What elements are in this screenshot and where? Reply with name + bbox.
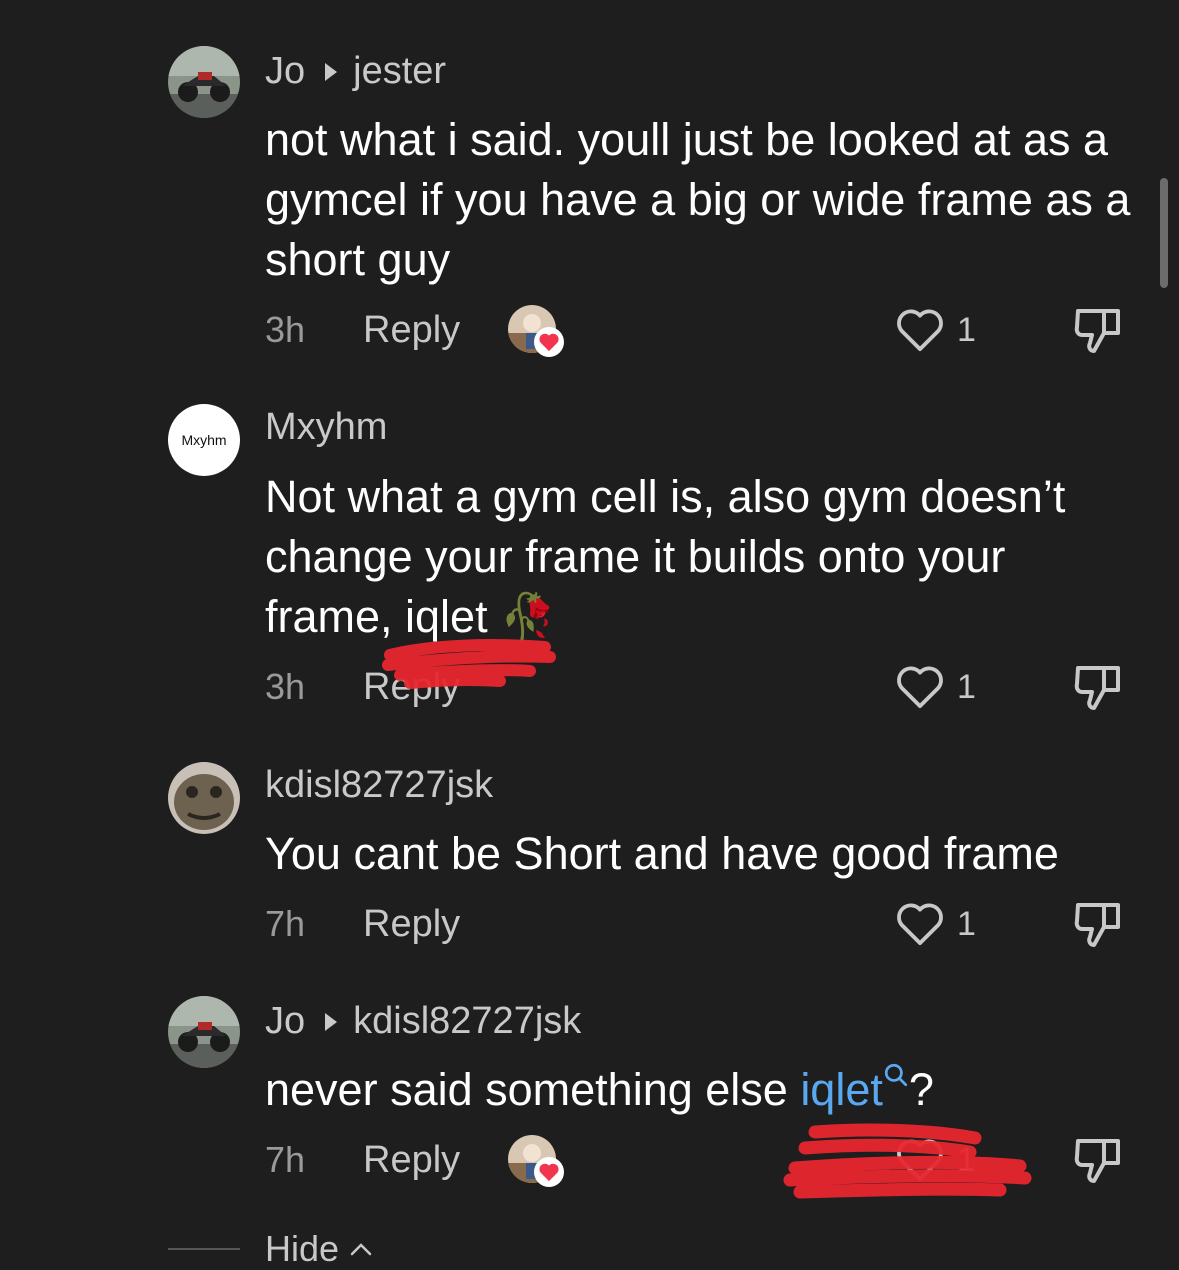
dislike-button[interactable] (1072, 1133, 1128, 1187)
timestamp: 3h (265, 309, 306, 350)
mention-text: iqlet (800, 1064, 883, 1115)
heart-outline-icon (897, 903, 943, 946)
dislike-icon (1074, 666, 1120, 710)
heart-filled-icon (534, 1157, 565, 1187)
comment-header: kdisl82727jsk (265, 764, 493, 807)
hide-label: Hide (265, 1228, 340, 1269)
divider-line (168, 1248, 240, 1250)
comment-text: Not what a gym cell is, also gym doesn’t… (265, 467, 1145, 647)
chevron-up-icon (350, 1243, 372, 1256)
comment-body-end: ? (908, 1064, 934, 1115)
avatar-jo[interactable] (168, 46, 240, 118)
heart-outline-icon (897, 1139, 943, 1182)
author-name[interactable]: kdisl82727jsk (265, 764, 493, 807)
like-count: 1 (957, 1140, 976, 1179)
timestamp: 3h (265, 666, 306, 707)
comment-header: Mxyhm (265, 406, 387, 449)
heart-outline-icon (897, 309, 943, 352)
avatar-mxyhm[interactable]: Mxyhm (168, 404, 240, 476)
author-name[interactable]: Mxyhm (265, 406, 387, 449)
reply-to-name[interactable]: kdisl82727jsk (353, 1000, 581, 1043)
dislike-button[interactable] (1072, 660, 1128, 714)
search-icon (884, 1063, 907, 1087)
hide-replies-button[interactable]: Hide (265, 1228, 373, 1270)
comment-body: Not what a gym cell is, also gym doesn’t… (265, 471, 1066, 642)
comment-header: Jo jester (265, 50, 446, 93)
reply-arrow-icon (325, 62, 338, 81)
dislike-icon (1074, 903, 1120, 947)
timestamp: 7h (265, 903, 306, 944)
creature-avatar-image (168, 762, 240, 834)
avatar-label: Mxyhm (181, 432, 227, 448)
hide-replies-row: Hide (0, 1228, 1179, 1270)
reply-to-name[interactable]: jester (353, 50, 446, 93)
comment-text: never said something else iqlet? (265, 1060, 1145, 1120)
comment-meta: 3h Reply (265, 305, 566, 357)
creator-liked-badge (508, 1135, 566, 1187)
timestamp: 7h (265, 1139, 306, 1180)
like-button[interactable]: 1 (895, 305, 976, 355)
reply-arrow-icon (325, 1012, 338, 1031)
creator-liked-badge (508, 305, 566, 357)
reply-button[interactable]: Reply (363, 666, 460, 709)
comment-header: Jo kdisl82727jsk (265, 1000, 581, 1043)
comment-meta: 7h Reply (265, 899, 460, 949)
dislike-button[interactable] (1072, 897, 1128, 951)
comment-text: not what i said. youll just be looked at… (265, 114, 1131, 285)
motorcycle-avatar-image (168, 996, 240, 1068)
comment-meta: 7h Reply (265, 1135, 566, 1187)
search-term-link[interactable]: iqlet (800, 1063, 909, 1115)
wilted-rose-emoji: 🥀 (500, 591, 557, 642)
like-button[interactable]: 1 (895, 1135, 976, 1185)
reply-button[interactable]: Reply (363, 903, 460, 946)
avatar-kdisl82727jsk[interactable] (168, 762, 240, 834)
like-count: 1 (957, 904, 976, 943)
motorcycle-avatar-image (168, 46, 240, 118)
scrollbar[interactable] (1160, 178, 1168, 288)
like-count: 1 (957, 310, 976, 349)
comment-meta: 3h Reply (265, 662, 460, 712)
avatar-jo[interactable] (168, 996, 240, 1068)
like-button[interactable]: 1 (895, 899, 976, 949)
comment-body: never said something else (265, 1064, 801, 1115)
heart-filled-icon (534, 327, 565, 357)
reply-button[interactable]: Reply (363, 309, 460, 352)
reply-button[interactable]: Reply (363, 1139, 460, 1182)
comment-text: You cant be Short and have good frame (265, 828, 1059, 879)
heart-outline-icon (897, 666, 943, 709)
author-name[interactable]: Jo (265, 50, 305, 93)
dislike-button[interactable] (1072, 303, 1128, 357)
dislike-icon (1074, 1139, 1120, 1183)
like-count: 1 (957, 667, 976, 706)
like-button[interactable]: 1 (895, 662, 976, 712)
dislike-icon (1074, 309, 1120, 353)
author-name[interactable]: Jo (265, 1000, 305, 1043)
